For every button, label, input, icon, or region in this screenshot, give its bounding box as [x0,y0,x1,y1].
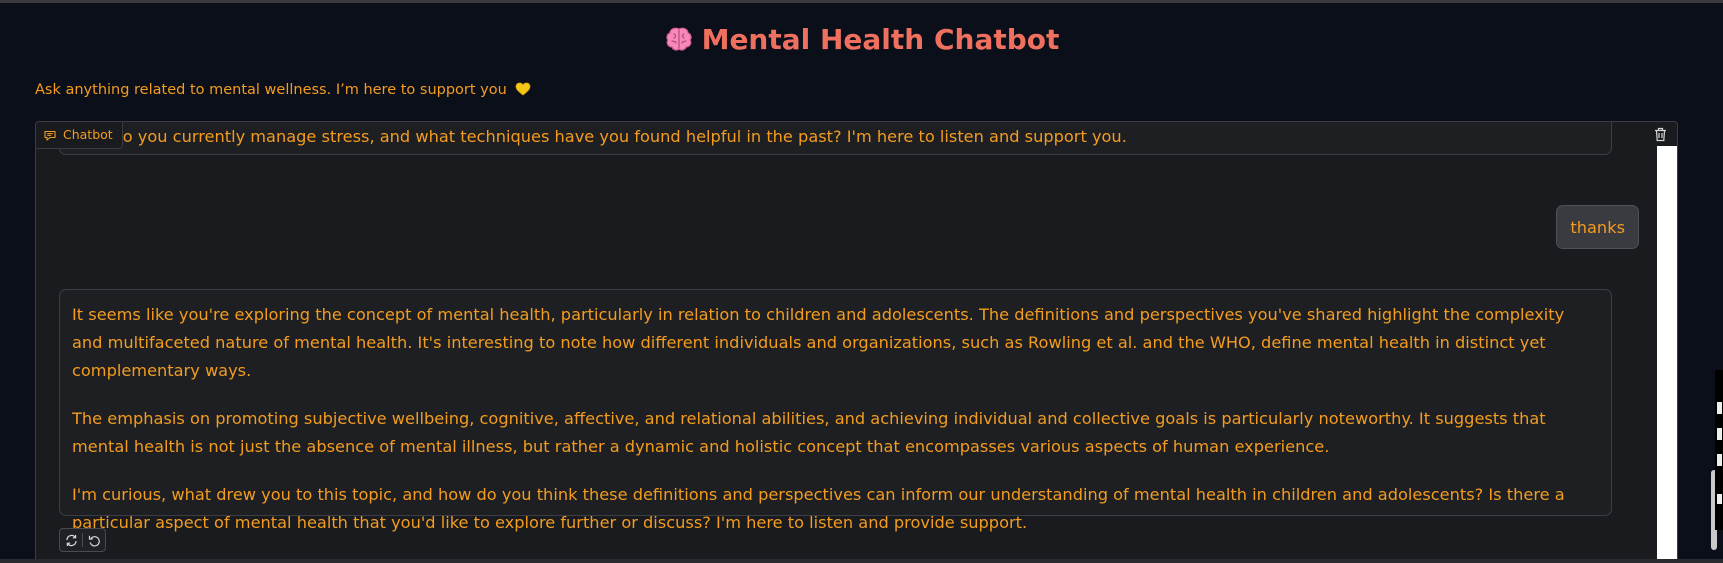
bot-message-paragraph: It seems like you're exploring the conce… [72,305,1565,380]
yellow-heart-icon [516,82,531,96]
undo-button[interactable] [83,529,105,551]
message-actions [59,528,106,552]
window-top-border [0,0,1723,3]
undo-icon [88,535,100,546]
bot-message-2: It seems like you're exploring the conce… [59,289,1612,532]
bot-message-paragraph: The emphasis on promoting subjective wel… [72,409,1546,456]
user-message: thanks [1556,205,1639,249]
page-title-text: Mental Health Chatbot [701,23,1060,56]
trash-icon [1654,127,1666,141]
bot-message-paragraph: How do you currently manage stress, and … [72,127,1127,146]
retry-button[interactable] [60,529,82,551]
chatbot-panel: Chatbot How do you currently manage stre… [35,121,1678,563]
page-subtitle-text: Ask anything related to mental wellness.… [35,82,507,98]
chat-scrollbar-track[interactable] [1657,146,1677,563]
chatbot-label: Chatbot [36,122,123,149]
page-title: Mental Health Chatbot [0,22,1723,58]
chatbot-label-text: Chatbot [63,127,113,142]
window-edge [1715,370,1723,530]
bot-message-1: How do you currently manage stress, and … [59,122,1612,155]
page-subtitle: Ask anything related to mental wellness.… [35,80,531,100]
refresh-icon [65,534,77,546]
brain-icon [665,27,692,51]
bot-message-paragraph: I'm curious, what drew you to this topic… [72,485,1565,532]
clear-chat-button[interactable] [1650,124,1670,144]
user-message-text: thanks [1570,218,1625,237]
window-bottom-border [0,559,1723,563]
app-page: Mental Health Chatbot Ask anything relat… [0,0,1723,563]
chat-icon [44,130,56,141]
